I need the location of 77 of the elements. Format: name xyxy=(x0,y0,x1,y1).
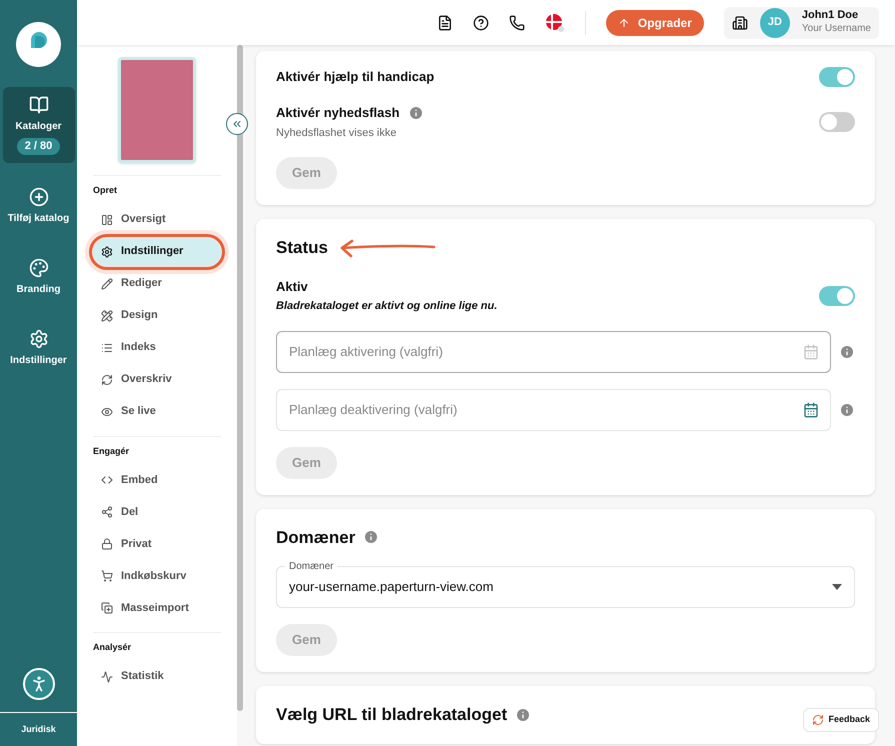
arrow-up-icon xyxy=(618,16,630,28)
sidebar-item-icon xyxy=(101,538,113,550)
toggle-switch[interactable] xyxy=(819,286,855,306)
sidebar-item-icon xyxy=(101,374,113,386)
sidebar-item[interactable]: Indstillinger xyxy=(93,238,221,266)
setting-hint: Bladrekataloget er aktivt og online lige nu. xyxy=(276,299,498,314)
feedback-button[interactable]: Feedback xyxy=(803,708,879,732)
rail-item-label: Tilføj katalog xyxy=(8,212,70,226)
sidebar-item[interactable]: Statistik xyxy=(93,662,221,690)
sidebar-item[interactable]: Overskriv xyxy=(93,366,221,394)
section-title: Engagér xyxy=(93,444,130,458)
rail-item-label: Branding xyxy=(16,282,60,296)
date-field[interactable]: Planlæg aktivering (valgfri) xyxy=(276,330,831,372)
calendar-icon[interactable] xyxy=(803,402,819,418)
dropdown-caret-icon xyxy=(832,584,842,590)
card-title: Status xyxy=(276,237,328,259)
feedback-icon xyxy=(812,714,824,726)
sidebar-item[interactable]: Embed xyxy=(93,466,221,494)
sidebar-item[interactable]: Del xyxy=(93,498,221,526)
select-value: your-username.paperturn-view.com xyxy=(289,578,494,596)
rail-item[interactable]: Indstillinger xyxy=(2,320,74,376)
sidebar-item-icon xyxy=(101,474,113,486)
info-icon[interactable] xyxy=(839,402,855,418)
setting-label: Aktivér hjælp til handicap xyxy=(276,68,434,86)
setting-label: Aktivér nyhedsflash xyxy=(276,104,400,122)
sidebar-item-icon xyxy=(101,570,113,582)
sidebar-item[interactable]: Indeks xyxy=(93,334,221,362)
rail-item[interactable]: Branding xyxy=(2,250,74,304)
sidebar-item[interactable]: Design xyxy=(93,302,221,330)
sidebar-item-icon xyxy=(101,670,113,682)
section-title: Opret xyxy=(93,184,118,197)
sidebar-item[interactable]: Privat xyxy=(93,530,221,558)
info-icon[interactable] xyxy=(515,706,532,723)
sidebar-item-icon xyxy=(101,310,113,322)
rail-item-icon xyxy=(28,95,48,115)
info-icon[interactable] xyxy=(408,104,424,121)
count-badge: 2 / 80 xyxy=(16,138,60,154)
sidebar-item[interactable]: Se live xyxy=(93,398,221,426)
rail-item[interactable]: Tilføj katalog xyxy=(2,178,74,234)
card-title: Domæner xyxy=(276,526,356,548)
catalog-cover-placeholder[interactable] xyxy=(118,57,196,163)
sidebar-item-icon xyxy=(101,246,113,258)
toggle-switch[interactable] xyxy=(819,67,855,87)
sidebar-item-icon xyxy=(101,214,113,226)
sidebar-item[interactable]: Masseimport xyxy=(93,594,221,622)
sidebar-item[interactable]: Oversigt xyxy=(93,206,221,234)
card-title: Vælg URL til bladrekataloget xyxy=(276,704,508,726)
section-title: Analysér xyxy=(93,641,132,654)
legal-link[interactable]: Juridisk xyxy=(21,712,56,746)
user-name: John1 Doe xyxy=(802,9,860,24)
rail-item[interactable]: Kataloger 2 / 80 xyxy=(2,87,74,162)
toggle-switch[interactable] xyxy=(819,112,855,132)
user-username: Your Username xyxy=(802,23,871,36)
sidebar-item[interactable]: Rediger xyxy=(93,270,221,298)
flag-icon[interactable] xyxy=(544,12,565,32)
building-icon[interactable] xyxy=(732,14,748,30)
account-panel[interactable]: JD John1 Doe Your Username xyxy=(724,6,879,38)
chevrons-left-icon xyxy=(231,118,243,130)
info-icon[interactable] xyxy=(363,529,380,546)
rail-item-label: Indstillinger xyxy=(10,354,67,368)
logo-icon[interactable] xyxy=(16,22,61,67)
sidebar-item-icon xyxy=(101,602,113,614)
help-icon[interactable] xyxy=(472,14,489,30)
rail-item-icon xyxy=(28,186,48,206)
rail-item-label: Kataloger xyxy=(15,120,62,134)
sidebar-item-icon xyxy=(101,506,113,518)
setting-hint: Nyhedsflashet vises ikke xyxy=(276,126,398,140)
accessibility-button[interactable] xyxy=(22,668,54,700)
info-icon[interactable] xyxy=(839,344,855,360)
setting-label: Aktiv xyxy=(276,278,308,296)
rail-item-icon xyxy=(28,328,48,348)
sidebar-item-icon xyxy=(101,278,113,290)
sidebar-item[interactable]: Indkøbskurv xyxy=(93,562,221,590)
rail-item-icon xyxy=(28,258,48,278)
document-icon[interactable] xyxy=(436,14,453,30)
phone-icon[interactable] xyxy=(508,14,525,30)
sidebar-item-icon xyxy=(101,406,113,418)
